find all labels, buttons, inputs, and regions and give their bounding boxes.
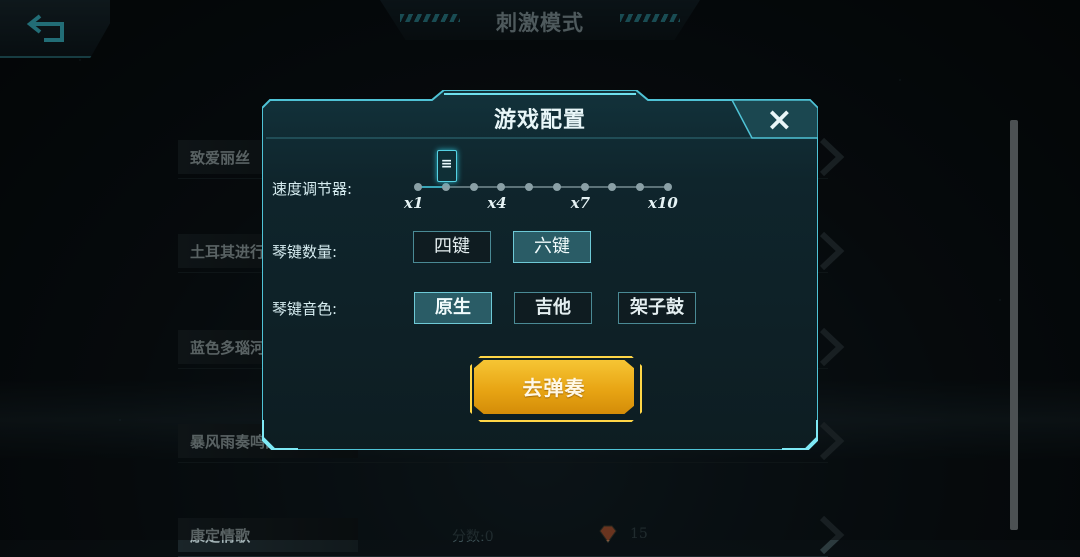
close-button[interactable]: × [750, 100, 808, 140]
play-button[interactable]: 去弹奏 [474, 360, 634, 414]
slider-track [416, 186, 670, 188]
tone-label: 琴键音色: [272, 300, 338, 318]
slider-step-dot[interactable] [497, 183, 506, 191]
slider-step-dot[interactable] [525, 183, 534, 191]
keys-option-1[interactable]: 四键 [413, 231, 491, 263]
slider-thumb[interactable]: ≡ [436, 150, 457, 182]
speed-tick-label: x10 [648, 194, 678, 212]
keys-label: 琴键数量: [272, 243, 338, 261]
tone-option-2[interactable]: 吉他 [514, 292, 592, 324]
play-button-label: 去弹奏 [522, 376, 586, 400]
close-icon: × [766, 100, 793, 138]
speed-label: 速度调节器: [272, 180, 353, 198]
grip-icon: ≡ [440, 156, 453, 172]
speed-tick-label: x1 [404, 194, 424, 212]
speed-slider[interactable]: ≡ [410, 150, 676, 191]
tone-option-1[interactable]: 原生 [414, 292, 492, 324]
game-config-dialog: 游戏配置 × 速度调节器: ≡ x1 x4 x7 x10 琴键数量: 四键 六键 琴键音… [262, 90, 818, 450]
tone-option-3[interactable]: 架子鼓 [618, 292, 696, 324]
slider-step-dot[interactable] [414, 183, 422, 191]
slider-step-dot[interactable] [636, 183, 645, 191]
slider-step-dot[interactable] [469, 183, 478, 191]
slider-step-dot[interactable] [552, 183, 561, 191]
slider-step-dot[interactable] [441, 183, 450, 191]
dialog-title: 游戏配置 [493, 108, 586, 133]
slider-step-dot[interactable] [664, 183, 672, 191]
keys-option-2[interactable]: 六键 [513, 231, 591, 263]
slider-step-dot[interactable] [608, 183, 617, 191]
slider-step-dot[interactable] [580, 183, 589, 191]
speed-tick-label: x7 [570, 194, 591, 212]
speed-tick-label: x4 [487, 194, 507, 212]
